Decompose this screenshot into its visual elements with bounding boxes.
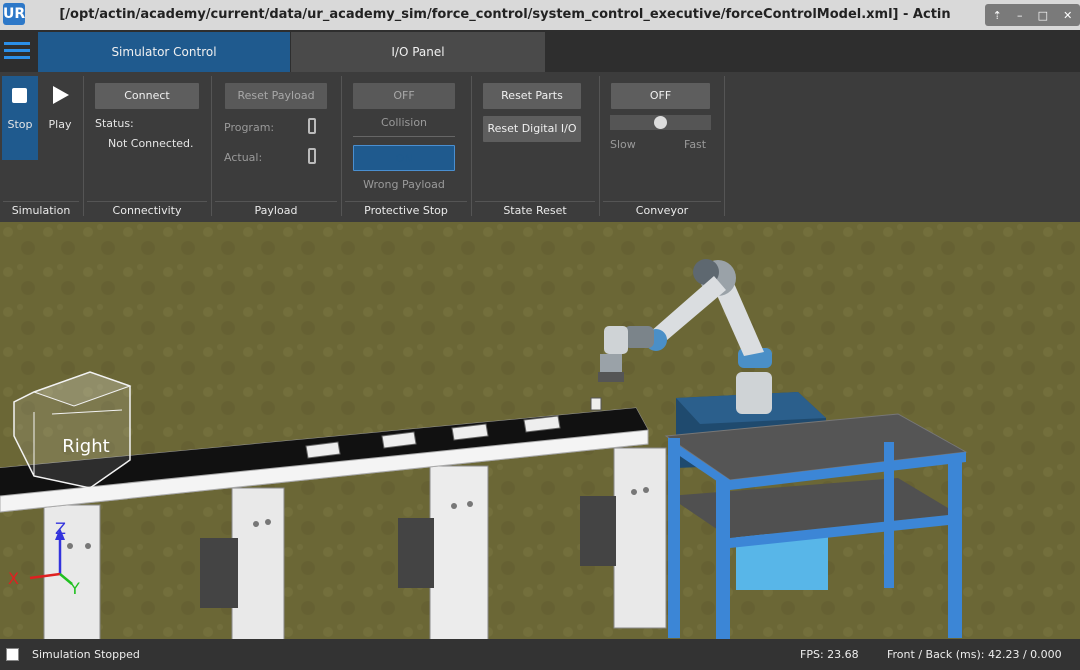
group-label-payload: Payload xyxy=(254,204,298,217)
3d-viewport[interactable]: Right Z X Y xyxy=(0,222,1080,639)
axis-x-label: X xyxy=(8,569,19,588)
connect-button[interactable]: Connect xyxy=(95,83,199,109)
group-label-protective-stop: Protective Stop xyxy=(364,204,448,217)
pin-icon[interactable]: ⇡ xyxy=(993,9,1002,22)
title-bar: UR [/opt/actin/academy/current/data/ur_a… xyxy=(0,0,1080,30)
group-simulation-state: Stop Play Simulation State xyxy=(0,72,82,235)
collision-toggle[interactable]: OFF xyxy=(353,83,455,109)
collision-label: Collision xyxy=(380,116,428,129)
minimize-icon[interactable]: – xyxy=(1017,9,1023,22)
group-connectivity: Connect Status: Not Connected. Connectiv… xyxy=(84,72,210,222)
stop-button[interactable]: Stop xyxy=(2,76,38,160)
fps-readout: FPS: 23.68 xyxy=(800,648,859,661)
group-label-state-reset: State Reset xyxy=(503,204,567,217)
program-payload-display xyxy=(308,118,316,134)
program-label: Program: xyxy=(224,121,275,134)
wrong-payload-toggle[interactable]: ON xyxy=(353,145,455,171)
slider-thumb[interactable] xyxy=(654,116,667,129)
frame-time-readout: Front / Back (ms): 42.23 / 0.000 xyxy=(887,648,1062,661)
close-icon[interactable]: ✕ xyxy=(1063,9,1072,22)
axis-z-label: Z xyxy=(55,519,66,538)
reset-payload-button[interactable]: Reset Payload xyxy=(225,83,327,109)
window-title: [/opt/actin/academy/current/data/ur_acad… xyxy=(59,7,951,22)
group-label-connectivity: Connectivity xyxy=(112,204,182,217)
stop-label: Stop xyxy=(7,118,33,131)
stop-icon xyxy=(12,88,27,103)
play-label: Play xyxy=(48,118,72,131)
wrong-payload-label: Wrong Payload xyxy=(363,178,445,191)
conveyor-speed-slider[interactable] xyxy=(610,115,711,130)
group-conveyor: OFF Slow Fast Conveyor xyxy=(600,72,724,222)
fast-label: Fast xyxy=(684,138,707,151)
tab-io-panel[interactable]: I/O Panel xyxy=(291,32,545,72)
control-toolbar: Stop Play Simulation State Connect Statu… xyxy=(0,72,1080,235)
simulation-status-text: Simulation Stopped xyxy=(32,648,140,661)
actual-label: Actual: xyxy=(224,151,263,164)
group-label-conveyor: Conveyor xyxy=(635,204,689,217)
status-bar: Simulation Stopped FPS: 23.68 Front / Ba… xyxy=(0,639,1080,670)
simulation-checkbox[interactable] xyxy=(6,648,19,661)
actual-payload-display xyxy=(308,148,316,164)
play-icon xyxy=(53,86,69,104)
reset-parts-button[interactable]: Reset Parts xyxy=(483,83,581,109)
scene-render[interactable]: Right Z X Y xyxy=(0,222,1080,639)
app-logo-icon: UR xyxy=(3,3,25,25)
group-protective-stop: OFF Collision ON Wrong Payload Protectiv… xyxy=(342,72,470,222)
maximize-icon[interactable]: □ xyxy=(1038,9,1048,22)
tab-bar: Simulator Control I/O Panel xyxy=(0,30,1080,72)
tab-simulator-control[interactable]: Simulator Control xyxy=(38,32,290,72)
conveyor-toggle[interactable]: OFF xyxy=(611,83,710,109)
reset-digital-io-button[interactable]: Reset Digital I/O xyxy=(483,116,581,142)
slow-label: Slow xyxy=(610,138,636,151)
menu-icon[interactable] xyxy=(4,38,30,60)
group-payload: Reset Payload Program: Actual: Payload xyxy=(212,72,340,222)
status-label: Status: xyxy=(95,117,134,130)
group-label-simulation-state: Simulation State xyxy=(11,204,71,235)
view-cube-label: Right xyxy=(62,436,109,457)
axis-y-label: Y xyxy=(69,579,80,598)
connection-status-value: Not Connected. xyxy=(108,137,194,150)
play-button[interactable]: Play xyxy=(41,76,79,160)
window-controls: ⇡ – □ ✕ xyxy=(985,4,1080,26)
group-state-reset: Reset Parts Reset Digital I/O State Rese… xyxy=(472,72,598,222)
